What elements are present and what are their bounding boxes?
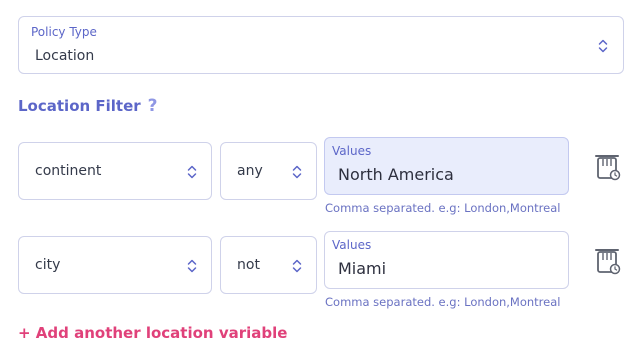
values-hint: Comma separated. e.g: London,Montreal [325, 201, 561, 215]
variable-value: city [35, 257, 61, 273]
values-label: Values [332, 144, 372, 158]
values-label: Values [332, 238, 372, 252]
variable-select[interactable]: continent [18, 142, 212, 200]
chevron-updown-icon [598, 38, 608, 54]
values-text: Miami [338, 259, 387, 278]
location-filter-title: Location Filter [18, 97, 141, 115]
variable-value: continent [35, 163, 102, 179]
policy-type-label: Policy Type [31, 25, 97, 39]
values-input[interactable]: Values North America [324, 137, 569, 195]
chevron-updown-icon [187, 258, 197, 274]
trash-icon[interactable] [594, 152, 622, 184]
trash-icon[interactable] [594, 246, 622, 278]
section-title: Location Filter ? [18, 96, 158, 116]
operator-select[interactable]: any [220, 142, 317, 200]
values-input[interactable]: Values Miami [324, 231, 569, 289]
policy-type-select[interactable]: Policy Type Location [18, 16, 624, 74]
values-text: North America [338, 165, 454, 184]
chevron-updown-icon [292, 164, 302, 180]
chevron-updown-icon [292, 258, 302, 274]
operator-select[interactable]: not [220, 236, 317, 294]
variable-select[interactable]: city [18, 236, 212, 294]
operator-value: any [237, 163, 263, 179]
add-location-variable-link[interactable]: + Add another location variable [18, 324, 287, 342]
operator-value: not [237, 257, 260, 273]
policy-type-value: Location [35, 48, 95, 64]
values-hint: Comma separated. e.g: London,Montreal [325, 295, 561, 309]
chevron-updown-icon [187, 164, 197, 180]
help-icon[interactable]: ? [148, 96, 158, 116]
